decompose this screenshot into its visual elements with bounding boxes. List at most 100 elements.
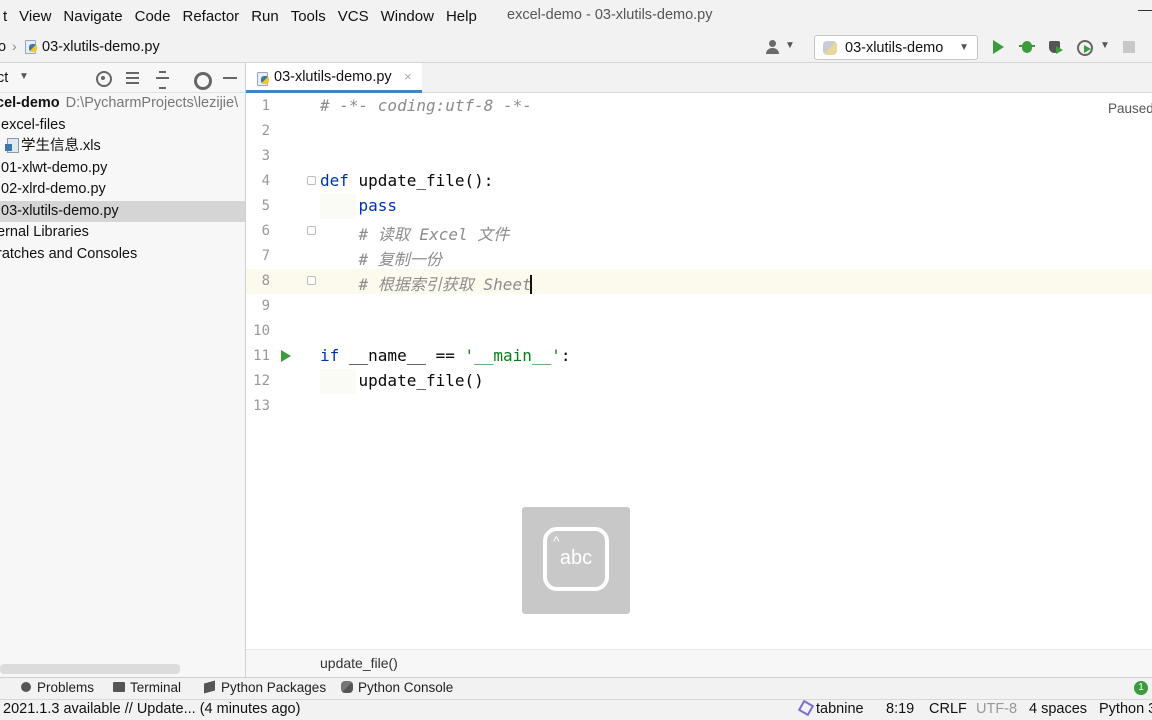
tree-item-label: 03-xlutils-demo.py: [1, 203, 119, 219]
tool-window-bar: Problems Terminal Python Packages Python…: [0, 677, 1152, 699]
code-token: pass: [358, 196, 398, 215]
tool-window-python-packages[interactable]: Python Packages: [204, 680, 326, 695]
tree-item-02-xlrd[interactable]: 02-xlrd-demo.py: [1, 179, 245, 200]
line-number: 2: [261, 123, 270, 139]
line-number: 11: [253, 348, 270, 364]
fold-icon[interactable]: [307, 276, 316, 285]
tree-item-label: ratches and Consoles: [0, 246, 138, 262]
tree-item-label: ernal Libraries: [0, 224, 89, 240]
code-line: 4 def update_file():: [246, 169, 1152, 194]
code-token: # -*- coding:utf-8 -*-: [320, 96, 532, 115]
tool-window-python-console[interactable]: Python Console: [341, 680, 453, 695]
code-token: :: [560, 346, 571, 365]
menu-help[interactable]: Help: [440, 8, 483, 25]
gear-icon[interactable]: [192, 70, 212, 90]
close-icon[interactable]: ×: [404, 69, 412, 84]
run-configuration-select[interactable]: 03-xlutils-demo ▼: [814, 35, 978, 60]
tool-window-label: Python Packages: [221, 680, 327, 695]
code-text: # 根据索引获取 Sheet: [320, 271, 532, 295]
line-number: 3: [261, 148, 270, 164]
tool-window-problems[interactable]: Problems: [20, 680, 94, 695]
code-token: update_file(): [320, 371, 484, 390]
menu-vcs[interactable]: VCS: [332, 8, 375, 25]
profile-icon[interactable]: [1076, 39, 1093, 56]
editor-tab-label: 03-xlutils-demo.py: [274, 69, 392, 85]
tree-item-label: excel-files: [1, 117, 66, 133]
caret-position[interactable]: 8:19: [886, 701, 914, 717]
tree-item-external-libraries[interactable]: ernal Libraries: [0, 222, 242, 243]
chevron-down-icon[interactable]: ▼: [785, 40, 795, 51]
editor-tab-03-xlutils[interactable]: 03-xlutils-demo.py ×: [246, 63, 422, 93]
project-panel-title[interactable]: ct: [0, 70, 8, 86]
menu-code[interactable]: Code: [129, 8, 177, 25]
menu-refactor[interactable]: Refactor: [176, 8, 245, 25]
problems-icon: [20, 681, 32, 693]
fold-icon[interactable]: [307, 226, 316, 235]
event-log-badge[interactable]: 1: [1134, 681, 1148, 695]
run-icon[interactable]: [991, 39, 1007, 55]
tree-item-student-xls[interactable]: 学生信息.xls: [5, 136, 245, 157]
menu-run[interactable]: Run: [245, 8, 285, 25]
horizontal-scrollbar[interactable]: [0, 664, 180, 674]
ime-indicator: ^ abc: [522, 507, 630, 614]
code-text: # 读取 Excel 文件: [320, 221, 510, 245]
file-encoding[interactable]: UTF-8: [976, 701, 1017, 717]
menu-window[interactable]: Window: [375, 8, 440, 25]
tree-item-scratches[interactable]: ratches and Consoles: [0, 244, 242, 265]
line-number: 7: [261, 248, 270, 264]
tree-item-excel-files[interactable]: excel-files: [1, 115, 245, 136]
code-area[interactable]: 1 # -*- coding:utf-8 -*- 2 3 4 def updat…: [246, 94, 1152, 649]
code-line: 10: [246, 319, 1152, 344]
tree-item-path: D:\PycharmProjects\lezijie\: [65, 95, 239, 111]
tree-item-01-xlwt[interactable]: 01-xlwt-demo.py: [1, 158, 245, 179]
hide-panel-icon[interactable]: [222, 70, 238, 86]
tool-window-label: Python Console: [358, 680, 454, 695]
breadcrumb-project[interactable]: o: [0, 39, 6, 55]
code-token: # 复制一份: [358, 250, 442, 269]
menu-navigate[interactable]: Navigate: [57, 8, 128, 25]
code-line-current: 8 # 根据索引获取 Sheet: [246, 269, 1152, 294]
run-with-coverage-icon[interactable]: [1048, 39, 1064, 55]
breadcrumb-file[interactable]: 03-xlutils-demo.py: [24, 39, 160, 55]
tool-window-terminal[interactable]: Terminal: [113, 680, 181, 695]
editor-tab-bar: 03-xlutils-demo.py ×: [246, 63, 1152, 93]
chevron-down-icon[interactable]: ▼: [19, 71, 29, 82]
line-number: 9: [261, 298, 270, 314]
chevron-down-icon[interactable]: ▼: [1100, 40, 1110, 51]
python-logo-icon: [823, 40, 837, 55]
editor: 03-xlutils-demo.py × Paused 1 # -*- codi…: [246, 63, 1152, 677]
project-panel-header: ct ▼: [0, 63, 245, 93]
tree-item-project-root[interactable]: cel-demo D:\PycharmProjects\lezijie\: [0, 93, 241, 114]
fold-icon[interactable]: [307, 176, 316, 185]
locate-icon[interactable]: [95, 70, 112, 87]
tree-item-label: 学生信息.xls: [21, 138, 101, 154]
line-number: 12: [253, 373, 270, 389]
minimize-icon[interactable]: [1138, 10, 1152, 11]
line-separator[interactable]: CRLF: [929, 701, 967, 717]
ime-label: abc: [559, 547, 593, 569]
line-number: 5: [261, 198, 270, 214]
run-gutter-icon[interactable]: [281, 350, 291, 362]
line-number: 13: [253, 398, 270, 414]
menu-edit-partial[interactable]: t: [0, 8, 13, 25]
tree-item-03-xlutils[interactable]: 03-xlutils-demo.py: [0, 201, 245, 222]
breadcrumb-function[interactable]: update_file(): [320, 655, 398, 671]
expand-all-icon[interactable]: [125, 70, 141, 86]
menu-view[interactable]: View: [13, 8, 57, 25]
main-menu: t View Navigate Code Refactor Run Tools …: [0, 8, 483, 25]
status-message[interactable]: 2021.1.3 available // Update... (4 minut…: [3, 701, 300, 717]
indent-setting[interactable]: 4 spaces: [1029, 701, 1087, 717]
debug-icon[interactable]: [1019, 39, 1035, 55]
collapse-all-icon[interactable]: [155, 70, 171, 89]
menu-tools[interactable]: Tools: [285, 8, 332, 25]
code-token: '__main__': [464, 346, 561, 365]
stop-icon[interactable]: [1121, 39, 1137, 55]
user-icon[interactable]: [766, 40, 780, 54]
tabnine-widget[interactable]: tabnine: [797, 699, 864, 717]
python-interpreter[interactable]: Python 3: [1099, 701, 1152, 717]
keyboard-abc-icon: ^ abc: [543, 527, 609, 591]
